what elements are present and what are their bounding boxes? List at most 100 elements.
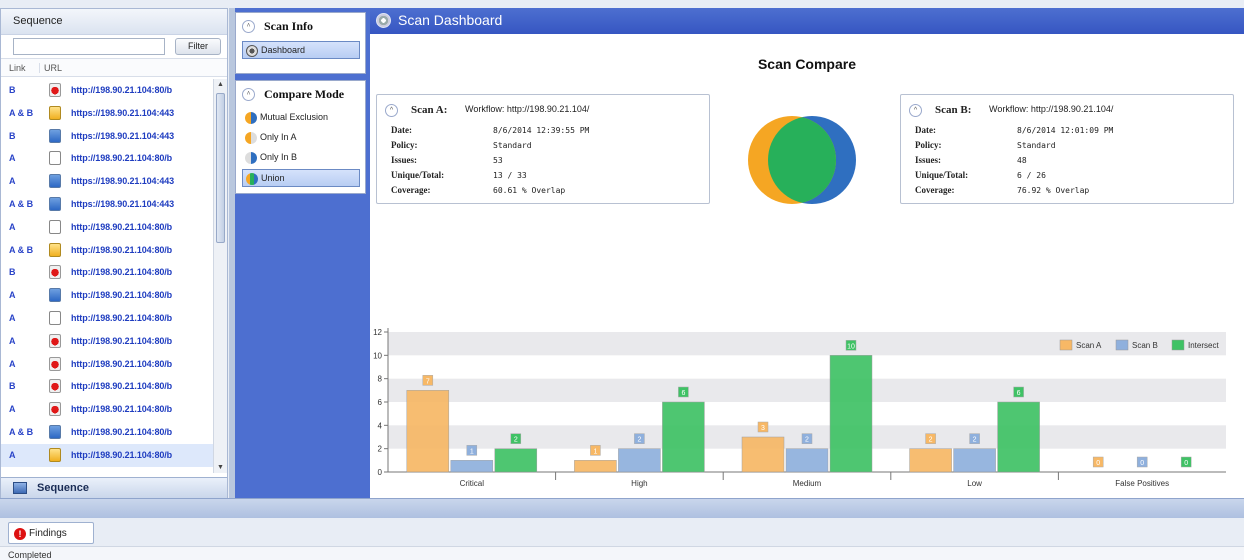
sequence-row[interactable]: Bhttp://198.90.21.104:80/b <box>1 79 213 102</box>
nav-item-dashboard[interactable]: Dashboard <box>242 41 360 59</box>
x-tick-label: Medium <box>793 479 822 488</box>
collapse-icon[interactable]: ^ <box>385 104 398 117</box>
bar-intersect <box>662 401 705 473</box>
issues-label: Issues: <box>915 155 942 165</box>
row-link: A <box>9 153 16 164</box>
scroll-down-arrow[interactable]: ▼ <box>217 464 224 471</box>
sequence-panel: Sequence Filter Link URL Bhttp://198.90.… <box>0 8 228 499</box>
row-url[interactable]: http://198.90.21.104:80/b <box>71 245 172 255</box>
sequence-row[interactable]: Ahttp://198.90.21.104:80/b <box>1 398 213 421</box>
page-icon <box>49 174 61 189</box>
row-url[interactable]: https://198.90.21.104:443 <box>71 108 174 118</box>
row-url[interactable]: http://198.90.21.104:80/b <box>71 450 172 460</box>
row-link: A <box>9 358 16 369</box>
lower-splitter-bar[interactable] <box>0 498 1244 518</box>
legend-swatch <box>1059 339 1073 351</box>
row-url[interactable]: http://198.90.21.104:80/b <box>71 313 172 323</box>
sequence-row[interactable]: A & B http://198.90.21.104:80/b <box>1 421 213 444</box>
row-link: B <box>9 381 16 392</box>
row-link: A <box>9 312 16 323</box>
severity-bar-chart: 024681012Critical712High126Medium3210Low… <box>373 328 1226 488</box>
sequence-row[interactable]: Ahttp://198.90.21.104:80/b <box>1 330 213 353</box>
document-icon <box>49 219 61 234</box>
mode-label: Only In A <box>260 132 297 142</box>
page-vuln-icon <box>49 356 61 371</box>
row-url[interactable]: http://198.90.21.104:80/b <box>71 359 172 369</box>
row-link: B <box>9 267 16 278</box>
row-url[interactable]: http://198.90.21.104:80/b <box>71 404 172 414</box>
data-label: 2 <box>805 437 809 444</box>
bar-scan-b <box>450 460 494 473</box>
sequence-row[interactable]: A & B https://198.90.21.104:443 <box>1 193 213 216</box>
status-text: Completed <box>8 550 52 560</box>
filter-input[interactable] <box>13 38 165 55</box>
data-label: 2 <box>637 437 641 444</box>
date-label: Date: <box>915 125 936 135</box>
dashboard-title: Scan Dashboard <box>398 12 503 28</box>
scan-b-workflow: Workflow: http://198.90.21.104/ <box>989 104 1114 114</box>
sequence-row[interactable]: Ahttp://198.90.21.104:80/b <box>1 353 213 376</box>
row-url[interactable]: http://198.90.21.104:80/b <box>71 222 172 232</box>
page-warning-icon <box>49 242 61 257</box>
column-header-link[interactable]: Link <box>9 63 26 73</box>
mode-label: Mutual Exclusion <box>260 112 329 122</box>
sequence-row[interactable]: Ahttp://198.90.21.104:80/b <box>1 443 213 467</box>
x-tick-label: False Positives <box>1115 479 1169 488</box>
findings-alert-icon: ! <box>14 528 26 540</box>
bar-scan-a <box>574 460 617 473</box>
row-url[interactable]: http://198.90.21.104:80/b <box>71 381 172 391</box>
row-url[interactable]: http://198.90.21.104:80/b <box>71 85 172 95</box>
compare-mode-header[interactable]: ^ Compare Mode <box>236 81 365 105</box>
scroll-thumb[interactable] <box>216 93 225 243</box>
row-url[interactable]: https://198.90.21.104:443 <box>71 176 174 186</box>
sequence-row[interactable]: A & B https://198.90.21.104:443 <box>1 102 213 125</box>
scan-a-unique: 13 / 33 <box>493 171 527 180</box>
collapse-icon[interactable]: ^ <box>242 20 255 33</box>
sequence-scrollbar[interactable]: ▲ ▼ <box>213 79 227 473</box>
page-warning-icon <box>49 105 61 120</box>
sequence-tab[interactable]: Sequence <box>1 477 227 499</box>
mode-item-onlyb[interactable]: Only In B <box>242 149 360 167</box>
sequence-row[interactable]: Ahttp://198.90.21.104:80/b <box>1 307 213 330</box>
mode-item-union[interactable]: Union <box>242 169 360 187</box>
mode-item-onlya[interactable]: Only In A <box>242 129 360 147</box>
onlyb-icon <box>245 152 257 164</box>
scan-compare-heading: Scan Compare <box>757 56 857 72</box>
column-header-url[interactable]: URL <box>39 63 62 73</box>
row-url[interactable]: http://198.90.21.104:80/b <box>71 336 172 346</box>
bar-scan-b <box>785 448 829 473</box>
sequence-row[interactable]: Ahttp://198.90.21.104:80/b <box>1 284 213 307</box>
dashboard-icon <box>246 45 258 57</box>
sequence-row[interactable]: Ahttp://198.90.21.104:80/b <box>1 216 213 239</box>
bar-intersect <box>494 448 538 473</box>
collapse-icon[interactable]: ^ <box>242 88 255 101</box>
row-link: A <box>9 176 16 187</box>
row-link: A <box>9 404 16 415</box>
row-url[interactable]: http://198.90.21.104:80/b <box>71 153 172 163</box>
legend-swatch <box>1171 339 1185 351</box>
scan-b-name: Scan B: <box>935 104 972 116</box>
scan-info-header[interactable]: ^ Scan Info <box>236 13 365 37</box>
sequence-row[interactable]: Bhttp://198.90.21.104:80/b <box>1 261 213 284</box>
row-url[interactable]: http://198.90.21.104:80/b <box>71 427 172 437</box>
row-url[interactable]: https://198.90.21.104:443 <box>71 199 174 209</box>
collapse-icon[interactable]: ^ <box>909 104 922 117</box>
row-url[interactable]: https://198.90.21.104:443 <box>71 131 174 141</box>
sequence-row[interactable]: Bhttps://198.90.21.104:443 <box>1 125 213 148</box>
mode-item-mutual[interactable]: Mutual Exclusion <box>242 109 360 127</box>
legend-label: Intersect <box>1188 341 1219 350</box>
scroll-up-arrow[interactable]: ▲ <box>217 81 224 88</box>
unique-label: Unique/Total: <box>391 170 445 180</box>
row-url[interactable]: http://198.90.21.104:80/b <box>71 267 172 277</box>
row-url[interactable]: http://198.90.21.104:80/b <box>71 290 172 300</box>
sequence-row[interactable]: Bhttp://198.90.21.104:80/b <box>1 375 213 398</box>
sequence-row[interactable]: Ahttp://198.90.21.104:80/b <box>1 147 213 170</box>
findings-tab[interactable]: ! Findings <box>8 522 94 544</box>
sequence-row[interactable]: A & B http://198.90.21.104:80/b <box>1 239 213 262</box>
grid-band <box>388 378 1226 402</box>
sequence-row[interactable]: Ahttps://198.90.21.104:443 <box>1 170 213 193</box>
compare-mode-title: Compare Mode <box>264 87 345 101</box>
status-bar: Completed <box>0 546 1244 560</box>
filter-button[interactable]: Filter <box>175 38 221 55</box>
date-label: Date: <box>391 125 412 135</box>
